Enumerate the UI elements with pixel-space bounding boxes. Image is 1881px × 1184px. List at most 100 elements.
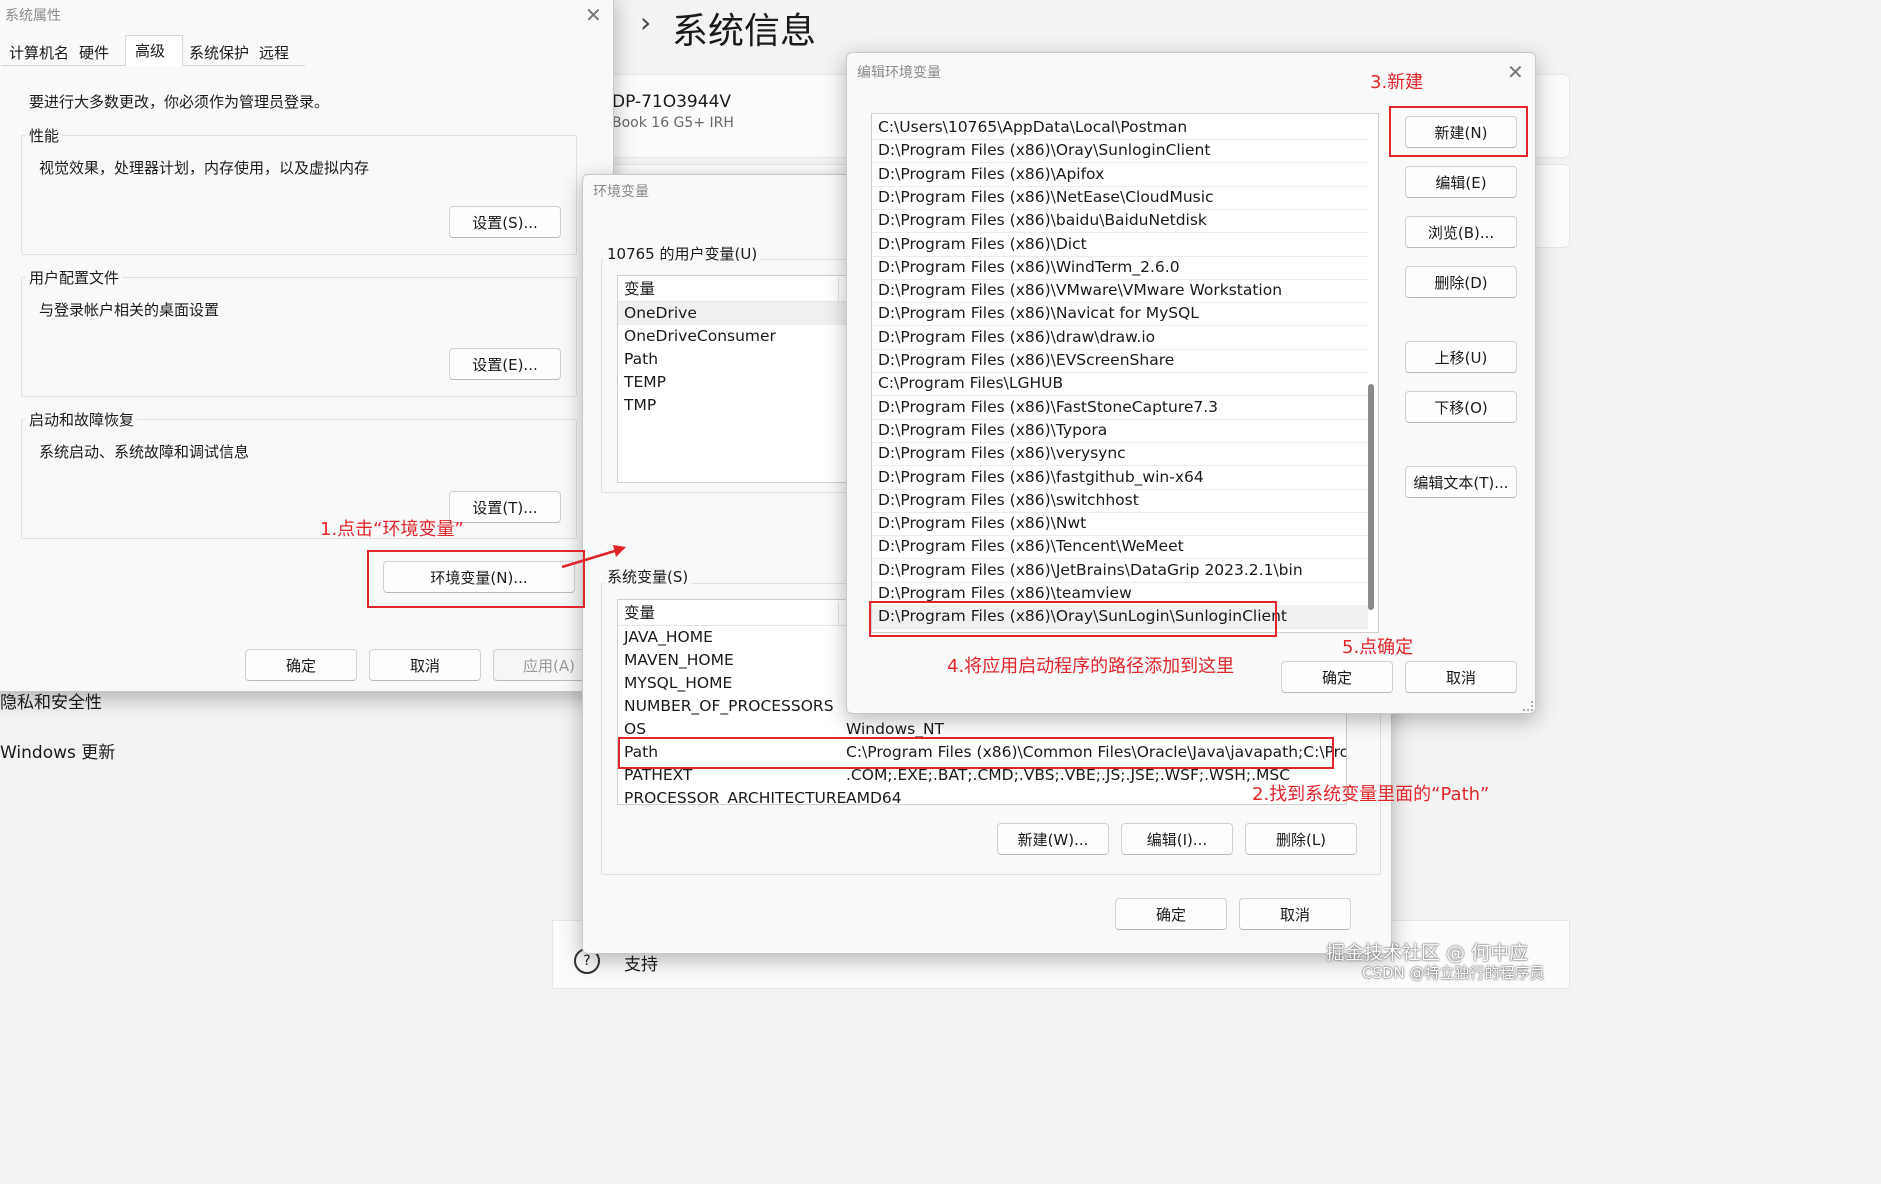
column-header-variable[interactable]: 变量 [624, 602, 655, 625]
path-text: D:\Program Files (x86)\Nwt [878, 514, 1087, 533]
close-icon[interactable]: ✕ [585, 3, 602, 27]
cancel-button[interactable]: 取消 [1239, 898, 1351, 930]
user-profile-label: 用户配置文件 [26, 267, 123, 288]
edit-text-button[interactable]: 编辑文本(T)... [1405, 466, 1517, 498]
window-title: 系统属性 [5, 8, 61, 24]
system-new-button[interactable]: 新建(W)... [997, 823, 1109, 855]
annotation-step4: 4.将应用启动程序的路径添加到这里 [947, 656, 1235, 677]
path-entry[interactable]: D:\Program Files (x86)\VMware\VMware Wor… [872, 279, 1368, 304]
window-title: 环境变量 [593, 184, 649, 200]
tab-advanced[interactable]: 高级 [125, 35, 183, 66]
path-entry[interactable]: D:\Program Files (x86)\EVScreenShare [872, 349, 1368, 373]
cancel-button[interactable]: 取消 [1405, 661, 1517, 693]
system-delete-button[interactable]: 删除(L) [1245, 823, 1357, 855]
highlight-path-row [618, 737, 1334, 769]
path-text: D:\Program Files (x86)\switchhost [878, 490, 1139, 509]
path-text: D:\Program Files (x86)\draw\draw.io [878, 327, 1156, 346]
list-item[interactable]: TMP [618, 394, 866, 417]
path-entry[interactable]: D:\Program Files (x86)\Apifox [872, 163, 1368, 187]
path-entry[interactable]: D:\Program Files (x86)\Dict [872, 233, 1368, 257]
list-item[interactable]: OneDriveConsumer [618, 325, 866, 348]
path-entry[interactable]: D:\Program Files (x86)\Typora [872, 419, 1368, 443]
tab-remote[interactable]: 远程 [259, 42, 289, 63]
tab-hardware[interactable]: 硬件 [79, 42, 109, 63]
path-text: D:\Program Files (x86)\Tencent\WeMeet [878, 537, 1184, 556]
list-item[interactable]: TEMP [618, 371, 866, 394]
variable-name: NUMBER_OF_PROCESSORS [624, 697, 834, 715]
path-text: D:\Program Files (x86)\Navicat for MySQL [878, 304, 1199, 323]
tab-system-protection[interactable]: 系统保护 [189, 42, 249, 63]
move-down-button[interactable]: 下移(O) [1405, 391, 1517, 423]
system-edit-button[interactable]: 编辑(I)... [1121, 823, 1233, 855]
annotation-arrow [561, 545, 626, 569]
user-variables-list[interactable]: 变量 OneDrive OneDriveConsumer Path TEMP T… [617, 275, 867, 483]
ok-button[interactable]: 确定 [245, 649, 357, 681]
annotation-step5: 5.点确定 [1342, 637, 1414, 658]
path-entry[interactable]: D:\Program Files (x86)\WindTerm_2.6.0 [872, 256, 1368, 280]
path-entry[interactable]: D:\Program Files (x86)\Nwt [872, 512, 1368, 537]
path-entry[interactable]: C:\Users\10765\AppData\Local\Postman [872, 116, 1368, 140]
path-entry[interactable]: D:\Program Files (x86)\baidu\BaiduNetdis… [872, 209, 1368, 234]
path-entry[interactable]: D:\Program Files (x86)\switchhost [872, 489, 1368, 513]
delete-path-button[interactable]: 删除(D) [1405, 266, 1517, 298]
admin-note: 要进行大多数更改，你必须作为管理员登录。 [29, 93, 330, 111]
watermark-line1: 掘金技术社区 @ 何中应 [1326, 942, 1529, 964]
path-entry[interactable]: D:\Program Files (x86)\verysync [872, 442, 1368, 467]
path-text: D:\Program Files (x86)\WindTerm_2.6.0 [878, 257, 1180, 276]
path-entry[interactable]: C:\Program Files\LGHUB [872, 372, 1368, 397]
path-text: D:\Program Files (x86)\verysync [878, 444, 1126, 463]
path-text: D:\Program Files (x86)\FastStoneCapture7… [878, 397, 1219, 416]
watermark-line2: CSDN @特立独行的程序员 [1362, 964, 1545, 982]
path-text: D:\Program Files (x86)\Oray\SunloginClie… [878, 141, 1211, 160]
performance-settings-button[interactable]: 设置(S)... [449, 206, 561, 238]
path-text: C:\Users\10765\AppData\Local\Postman [878, 118, 1188, 136]
path-entry[interactable]: D:\Program Files (x86)\Tencent\WeMeet [872, 535, 1368, 560]
path-entry[interactable]: D:\Program Files (x86)\NetEase\CloudMusi… [872, 186, 1368, 210]
edit-path-button[interactable]: 编辑(E) [1405, 166, 1517, 198]
list-item[interactable]: OneDrive [618, 302, 866, 325]
ok-button[interactable]: 确定 [1115, 898, 1227, 930]
path-entry[interactable]: D:\Program Files (x86)\fastgithub_win-x6… [872, 466, 1368, 490]
variable-name: MAVEN_HOME [624, 651, 734, 669]
path-entry[interactable]: D:\Program Files (x86)\Navicat for MySQL [872, 302, 1368, 327]
device-name: DP-71O3944V [612, 92, 732, 112]
close-icon[interactable]: ✕ [1507, 60, 1524, 84]
user-variables-label: 10765 的用户变量(U) [604, 243, 761, 264]
browse-button[interactable]: 浏览(B)... [1405, 216, 1517, 248]
tab-computer-name[interactable]: 计算机名 [9, 42, 69, 63]
startup-recovery-label: 启动和故障恢复 [26, 409, 138, 430]
highlight-env-button [367, 550, 585, 608]
path-entry[interactable]: D:\Program Files (x86)\draw\draw.io [872, 326, 1368, 350]
annotation-step2: 2.找到系统变量里面的“Path” [1252, 784, 1490, 805]
variable-name: PROCESSOR_ARCHITECTURE [624, 789, 847, 805]
move-up-button[interactable]: 上移(U) [1405, 341, 1517, 373]
tab-advanced-label: 高级 [135, 42, 166, 60]
performance-desc: 视觉效果，处理器计划，内存使用，以及虚拟内存 [39, 159, 370, 177]
path-entry[interactable]: D:\Program Files (x86)\JetBrains\DataGri… [872, 559, 1368, 583]
path-text: C:\Program Files\LGHUB [878, 374, 1064, 393]
path-list[interactable]: C:\Users\10765\AppData\Local\Postman D:\P… [871, 113, 1379, 633]
nav-item-windows-update[interactable]: Windows 更新 [0, 738, 115, 763]
list-item[interactable]: Path [618, 348, 866, 371]
path-text: D:\Program Files (x86)\EVScreenShare [878, 351, 1175, 369]
column-divider [838, 278, 839, 301]
variable-name: TEMP [624, 373, 666, 391]
user-profile-settings-button[interactable]: 设置(E)... [449, 348, 561, 380]
variable-name: Path [624, 350, 659, 368]
path-entry[interactable]: D:\Program Files (x86)\FastStoneCapture7… [872, 396, 1368, 420]
column-header-variable[interactable]: 变量 [624, 278, 655, 301]
startup-recovery-settings-button[interactable]: 设置(T)... [449, 491, 561, 523]
column-divider [838, 602, 839, 625]
path-entry[interactable]: D:\Program Files (x86)\Oray\SunloginClie… [872, 139, 1368, 164]
resize-grip-icon[interactable] [1523, 701, 1533, 711]
variable-name: TMP [624, 396, 657, 414]
ok-button[interactable]: 确定 [1281, 661, 1393, 693]
table-row[interactable]: PROCESSOR_ARCHITECTURE AMD64 [618, 787, 1346, 805]
tab-bar: 计算机名 硬件 高级 系统保护 远程 [1, 35, 305, 66]
scrollbar-thumb[interactable] [1368, 384, 1374, 610]
variable-name: JAVA_HOME [624, 628, 713, 646]
variable-name: MYSQL_HOME [624, 674, 733, 692]
cancel-button[interactable]: 取消 [369, 649, 481, 681]
variable-name: OneDrive [624, 304, 697, 322]
path-text: D:\Program Files (x86)\baidu\BaiduNetdis… [878, 211, 1207, 230]
